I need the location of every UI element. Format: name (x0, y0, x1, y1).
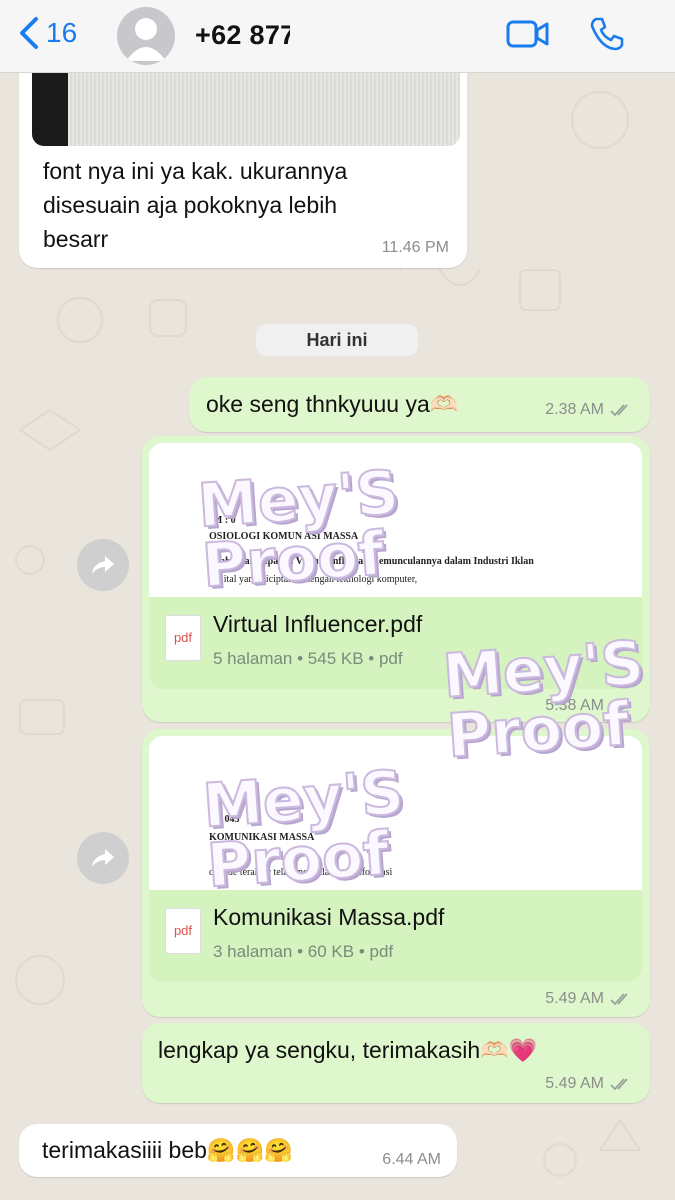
incoming-message[interactable]: font nya ini ya kak. ukurannya disesuain… (19, 46, 467, 268)
outgoing-message[interactable]: lengkap ya sengku, terimakasih🫶🏻💗 5.49 A… (142, 1023, 650, 1103)
date-separator: Hari ini (256, 324, 418, 356)
chevron-left-icon (20, 17, 38, 49)
document-name: Komunikasi Massa.pdf (213, 904, 445, 930)
incoming-message[interactable]: terimakasiiii beb🤗🤗🤗 6.44 AM (19, 1124, 457, 1177)
share-arrow-icon (92, 556, 114, 574)
document-name: Virtual Influencer.pdf (213, 611, 423, 637)
document-meta: 5 halaman • 545 KB • pdf (213, 649, 403, 668)
forward-button[interactable] (77, 832, 129, 884)
message-time: 5.49 AM (545, 990, 632, 1008)
person-icon (126, 18, 166, 61)
message-time: 11.46 PM (381, 239, 449, 256)
watermark: Mey'S Proof (200, 757, 407, 903)
avatar[interactable] (117, 7, 175, 65)
video-camera-icon (506, 20, 549, 48)
pdf-file-icon: pdf (165, 908, 201, 954)
message-text: lengkap ya sengku, terimakasih🫶🏻💗 (158, 1037, 538, 1063)
read-ticks-icon (610, 1078, 628, 1091)
forward-button[interactable] (77, 539, 129, 591)
message-time: 2.38 AM (545, 401, 632, 419)
pdf-file-icon: pdf (165, 615, 201, 661)
message-text: font nya ini ya kak. ukurannya disesuain… (43, 158, 348, 252)
chat-header: 16 +62 877 400 (0, 0, 675, 73)
back-button[interactable]: 16 (18, 16, 77, 50)
unread-count: 16 (46, 17, 78, 48)
message-time: 6.44 AM (382, 1151, 441, 1168)
watermark: Mey'S Proof (195, 457, 402, 603)
read-ticks-icon (610, 993, 628, 1006)
document-info: pdf Komunikasi Massa.pdf 3 halaman • 60 … (149, 890, 642, 982)
read-ticks-icon (610, 404, 628, 417)
video-call-button[interactable] (506, 17, 550, 56)
voice-call-button[interactable] (588, 16, 624, 57)
outgoing-message[interactable]: oke seng thnkyuuu ya🫶🏻 2.38 AM (189, 377, 650, 432)
document-meta: 3 halaman • 60 KB • pdf (213, 942, 394, 961)
watermark: Mey'S Proof (440, 627, 647, 773)
share-arrow-icon (92, 849, 114, 867)
phone-icon (590, 17, 624, 51)
message-text: oke seng thnkyuuu ya🫶🏻 (206, 391, 459, 417)
message-time: 5.49 AM (545, 1075, 632, 1093)
message-text: terimakasiiii beb🤗🤗🤗 (42, 1137, 293, 1163)
redaction-mark (290, 18, 400, 52)
